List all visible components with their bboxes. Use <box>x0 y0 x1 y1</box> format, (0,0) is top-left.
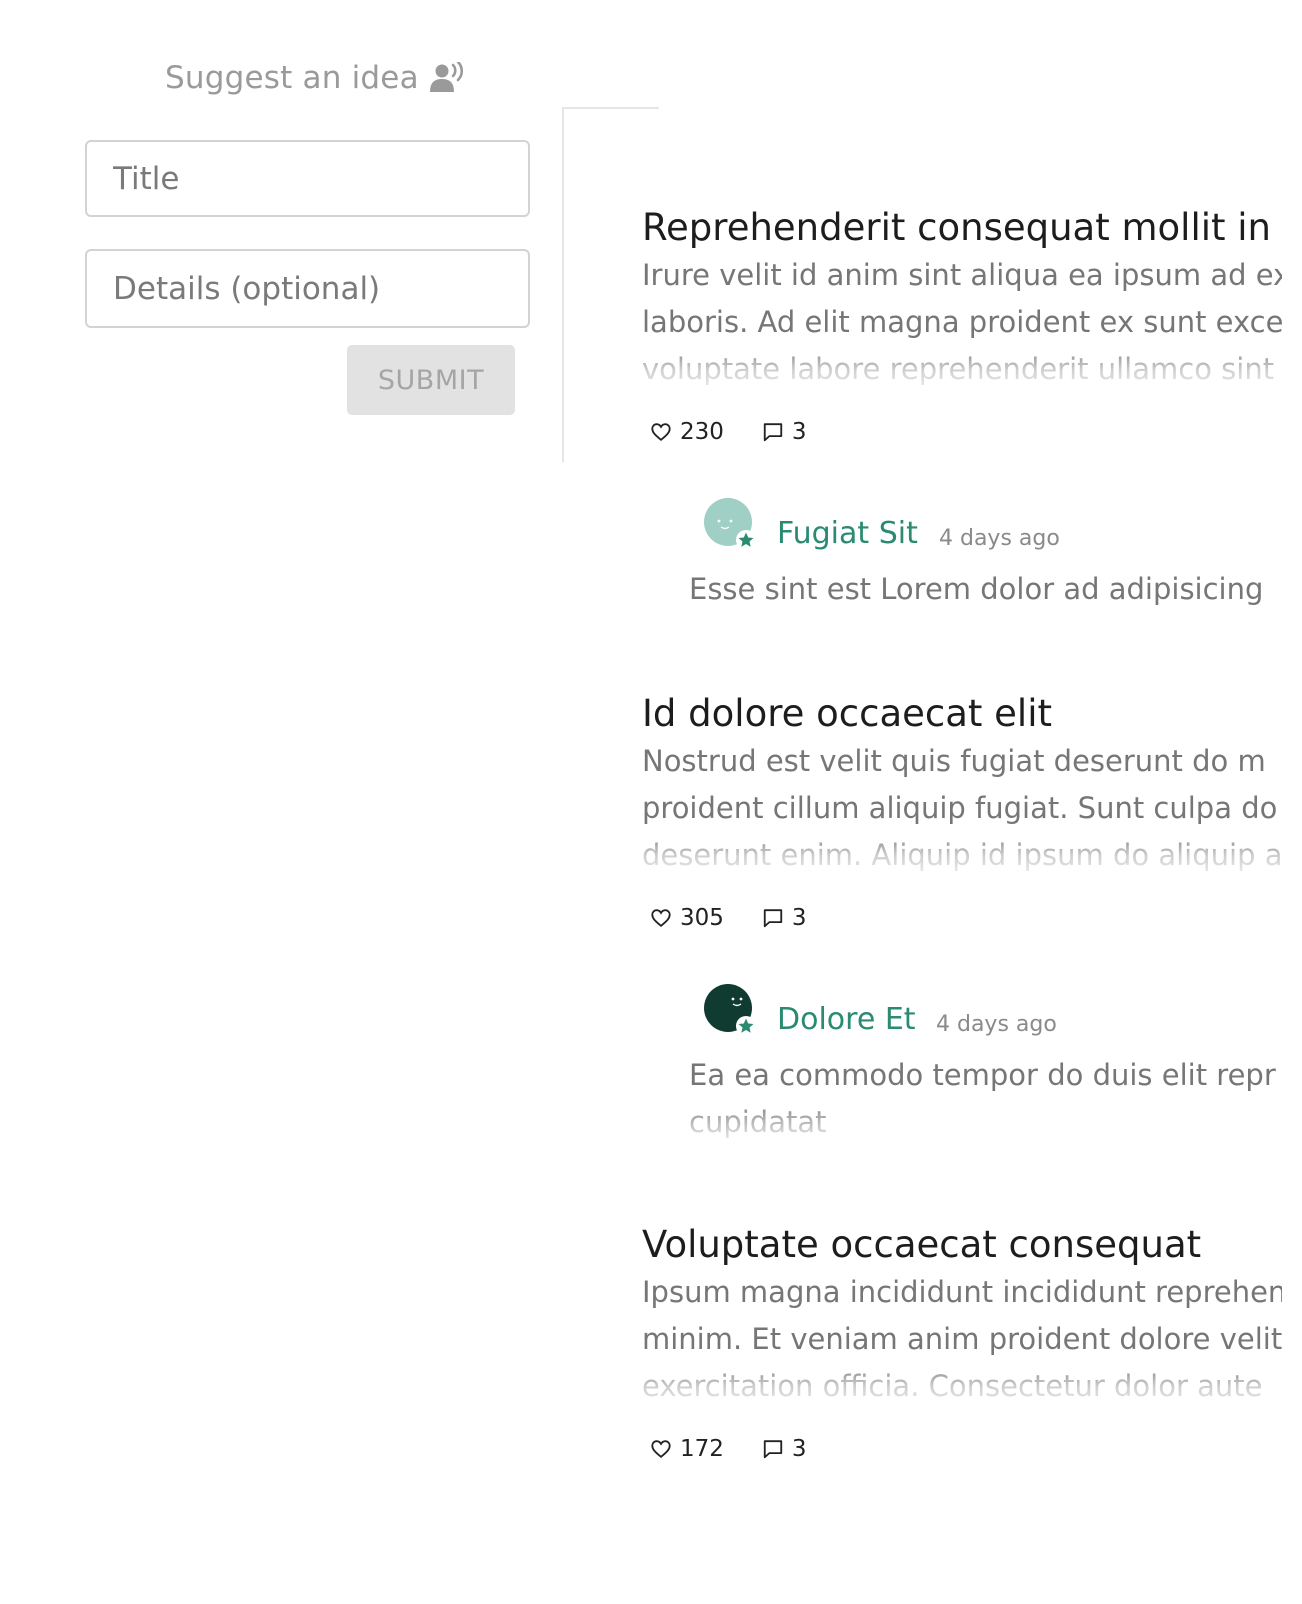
divider-vertical <box>562 107 564 462</box>
like-count: 305 <box>680 905 724 931</box>
comment-bubble-icon <box>763 1440 783 1459</box>
comment-bubble-icon <box>763 423 783 442</box>
post-body-line: deserunt enim. Aliquip id ipsum do aliqu… <box>642 838 1282 872</box>
comment-time: 4 days ago <box>939 526 1060 551</box>
post-body: Ipsum magna incididunt incididunt repreh… <box>642 1269 1282 1410</box>
comment-author[interactable]: Fugiat Sit <box>777 516 918 551</box>
post-body-line: laboris. Ad elit magna proident ex sunt … <box>642 305 1282 339</box>
user-voice-icon <box>429 62 463 92</box>
post-stats: 230 3 <box>650 417 845 447</box>
comment-button[interactable]: 3 <box>762 905 807 931</box>
like-count: 230 <box>680 419 724 445</box>
title-input[interactable] <box>85 140 530 217</box>
post-stats: 305 3 <box>650 903 845 933</box>
avatar <box>704 498 756 550</box>
comment-count: 3 <box>791 905 807 931</box>
post-body-line: Irure velit id anim sint aliqua ea ipsum… <box>642 258 1282 292</box>
post-body-line: Ipsum magna incididunt incididunt repreh… <box>642 1275 1282 1309</box>
post-body: Nostrud est velit quis fugiat deserunt d… <box>642 738 1282 879</box>
post-title[interactable]: Voluptate occaecat consequat <box>642 1223 1201 1266</box>
post-body-line: voluptate labore reprehenderit ullamco s… <box>642 352 1275 386</box>
ideas-feed: Reprehenderit consequat mollit in Irure … <box>642 0 1302 1604</box>
like-button[interactable]: 305 <box>650 905 724 931</box>
post-body-line: Nostrud est velit quis fugiat deserunt d… <box>642 744 1266 778</box>
suggest-heading: Suggest an idea <box>165 58 465 98</box>
comment-text-line: Ea ea commodo tempor do duis elit repr <box>689 1058 1276 1092</box>
heart-outline-icon <box>651 423 671 441</box>
submit-button[interactable]: SUBMIT <box>347 345 515 415</box>
comment-count: 3 <box>791 1436 807 1462</box>
comment-text: Ea ea commodo tempor do duis elit repr c… <box>689 1052 1302 1146</box>
post-body: Irure velit id anim sint aliqua ea ipsum… <box>642 252 1282 393</box>
comment-text: Esse sint est Lorem dolor ad adipisicing <box>689 572 1264 606</box>
comment-button[interactable]: 3 <box>762 419 807 445</box>
post-stats: 172 3 <box>650 1434 845 1464</box>
avatar <box>704 984 756 1036</box>
comment-button[interactable]: 3 <box>762 1436 807 1462</box>
comment-text-line: cupidatat <box>689 1105 827 1139</box>
heart-outline-icon <box>651 909 671 927</box>
comment-count: 3 <box>791 419 807 445</box>
details-input[interactable] <box>85 249 530 328</box>
like-button[interactable]: 172 <box>650 1436 724 1462</box>
like-count: 172 <box>680 1436 724 1462</box>
heart-outline-icon <box>651 1440 671 1458</box>
comment-bubble-icon <box>763 909 783 928</box>
post-body-line: exercitation officia. Consectetur dolor … <box>642 1369 1263 1403</box>
post-body-line: minim. Et veniam anim proident dolore ve… <box>642 1322 1282 1356</box>
comment-time: 4 days ago <box>936 1012 1057 1037</box>
comment-author[interactable]: Dolore Et <box>777 1002 916 1037</box>
suggest-heading-label: Suggest an idea <box>165 60 419 96</box>
post-body-line: proident cillum aliquip fugiat. Sunt cul… <box>642 791 1278 825</box>
like-button[interactable]: 230 <box>650 419 724 445</box>
post-title[interactable]: Reprehenderit consequat mollit in <box>642 206 1271 249</box>
post-title[interactable]: Id dolore occaecat elit <box>642 692 1052 735</box>
